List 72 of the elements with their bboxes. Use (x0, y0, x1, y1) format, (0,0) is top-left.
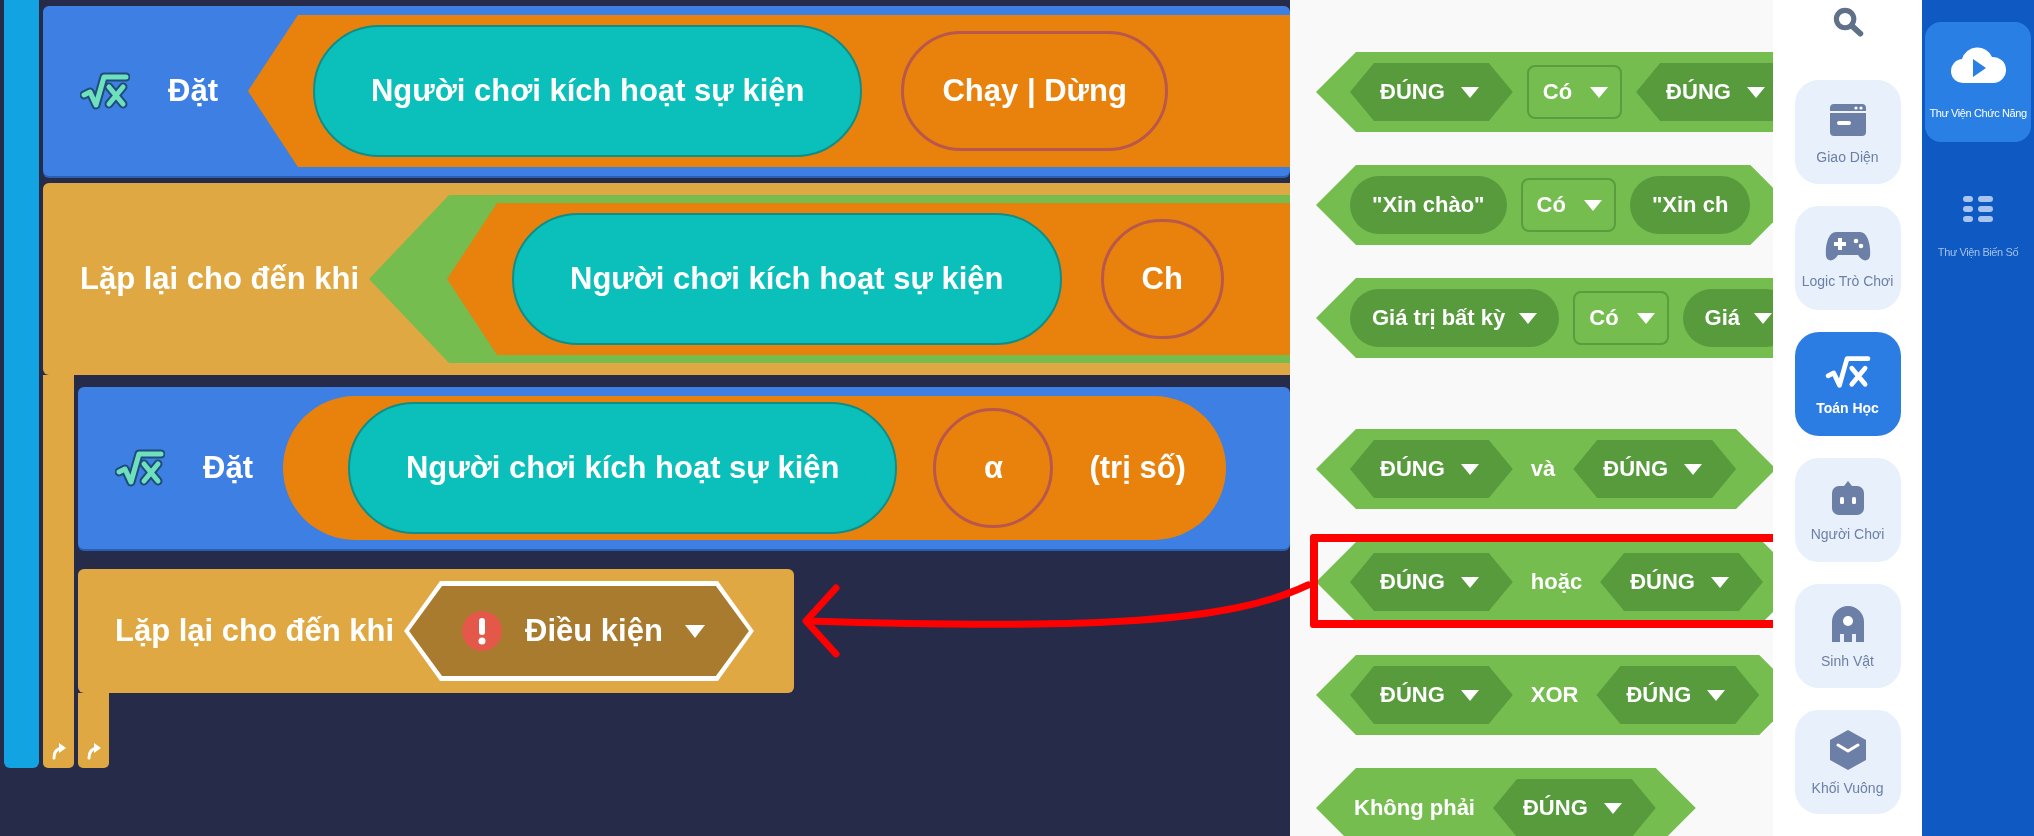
logic-block[interactable]: Không phải ĐÚNG (1316, 768, 1696, 836)
caret-icon (1519, 312, 1538, 324)
unit-label: (trị số) (1089, 450, 1186, 486)
value-field[interactable]: Chạy | Dừng (901, 31, 1168, 151)
boolean-dropdown[interactable]: ĐÚNG (1350, 440, 1513, 498)
boolean-dropdown[interactable]: ĐÚNG (1636, 63, 1773, 121)
caret-icon (1583, 199, 1602, 211)
operator-label: hoặc (1529, 569, 1584, 595)
return-arrow-icon (85, 742, 102, 760)
operator-label: và (1529, 456, 1557, 482)
return-arrow-icon (50, 742, 67, 760)
block-label: Lặp lại cho đến khi (115, 613, 395, 649)
category-button[interactable]: Toán Học (1794, 332, 1901, 436)
cloud-play-icon (1950, 45, 2006, 85)
logic-block[interactable]: "Xin chào" Có "Xin ch (1316, 165, 1773, 245)
operator-dropdown[interactable]: Có (1520, 178, 1616, 232)
operator-dropdown[interactable]: Có (1573, 291, 1669, 345)
event-pill[interactable]: Người chơi kích hoạt sự kiện (347, 402, 898, 534)
block-label: Đặt (203, 450, 253, 486)
value-dropdown[interactable]: Giá trị bất kỳ (1350, 289, 1560, 347)
repeat-block-header[interactable]: Lặp lại cho đến khi Điều kiện (78, 569, 794, 693)
library-tab[interactable]: Thư Viện Chức Năng (1925, 22, 2031, 142)
ghost-icon (1829, 603, 1866, 644)
cube-icon (1828, 728, 1867, 771)
block-label: Lặp lại cho đến khi (80, 261, 360, 297)
boolean-dropdown[interactable]: ĐÚNG (1600, 553, 1763, 611)
square-root-icon (115, 448, 165, 488)
logic-block[interactable]: ĐÚNG Có ĐÚNG (1316, 52, 1773, 132)
boolean-dropdown[interactable]: ĐÚNG (1350, 63, 1513, 121)
logic-block[interactable]: ĐÚNG hoặc ĐÚNG (1316, 542, 1773, 622)
set-block[interactable]: Đặt Người chơi kích hoạt sự kiện Chạy | Dừng (43, 6, 1290, 176)
operator-label: Không phải (1353, 795, 1476, 821)
caret-icon (1460, 689, 1479, 701)
value-field[interactable]: α (933, 408, 1054, 528)
boolean-dropdown[interactable]: ĐÚNG (1493, 779, 1656, 836)
square-root-icon (80, 71, 130, 111)
boolean-dropdown[interactable]: ĐÚNG (1350, 553, 1513, 611)
logic-block[interactable]: ĐÚNG XOR ĐÚNG (1316, 655, 1773, 735)
text-field[interactable]: "Xin ch (1629, 176, 1751, 234)
library-tab[interactable]: Thư Viện Biến Số (1925, 166, 2031, 286)
caret-icon (1684, 463, 1703, 475)
caret-icon (684, 624, 705, 638)
category-button[interactable]: Người Chơi (1794, 458, 1901, 562)
set-block[interactable]: Đặt Người chơi kích hoạt sự kiện α (trị số) (78, 387, 1290, 549)
caret-icon (1460, 576, 1479, 588)
operator-label: XOR (1529, 682, 1580, 708)
value-dropdown[interactable]: Giá (1682, 289, 1773, 347)
category-button[interactable]: Logic Trò Chơi (1794, 206, 1901, 310)
event-pill[interactable]: Người chơi kích hoạt sự kiện (512, 213, 1062, 345)
caret-icon (1603, 802, 1622, 814)
text-field[interactable]: "Xin chào" (1350, 176, 1507, 234)
category-button[interactable]: Khối Vuông (1794, 710, 1901, 814)
block-label: Đặt (168, 73, 218, 109)
condition-dropdown[interactable]: Điều kiện (404, 581, 754, 681)
caret-icon (1636, 312, 1655, 324)
event-pill[interactable]: Người chơi kích hoạt sự kiện (312, 25, 863, 157)
caret-icon (1590, 86, 1609, 98)
caret-icon (1707, 689, 1726, 701)
logic-block[interactable]: Giá trị bất kỳ Có Giá (1316, 278, 1773, 358)
caret-icon (1460, 86, 1479, 98)
value-field[interactable]: Ch (1100, 219, 1224, 339)
boolean-dropdown[interactable]: ĐÚNG (1573, 440, 1737, 498)
list-icon (1962, 194, 1994, 224)
boolean-dropdown[interactable]: ĐÚNG (1596, 666, 1760, 724)
repeat-block-header[interactable]: Lặp lại cho đến khi Người chơi kích hoạt sự kiện Ch (43, 183, 1290, 375)
operator-dropdown[interactable]: Có (1526, 65, 1623, 119)
caret-icon (1460, 463, 1479, 475)
boolean-dropdown[interactable]: ĐÚNG (1350, 666, 1513, 724)
category-button[interactable]: Sinh Vật (1794, 584, 1901, 688)
category-button[interactable]: Giao Diện (1794, 80, 1901, 184)
caret-icon (1710, 576, 1729, 588)
logic-block[interactable]: ĐÚNG và ĐÚNG (1316, 429, 1773, 509)
